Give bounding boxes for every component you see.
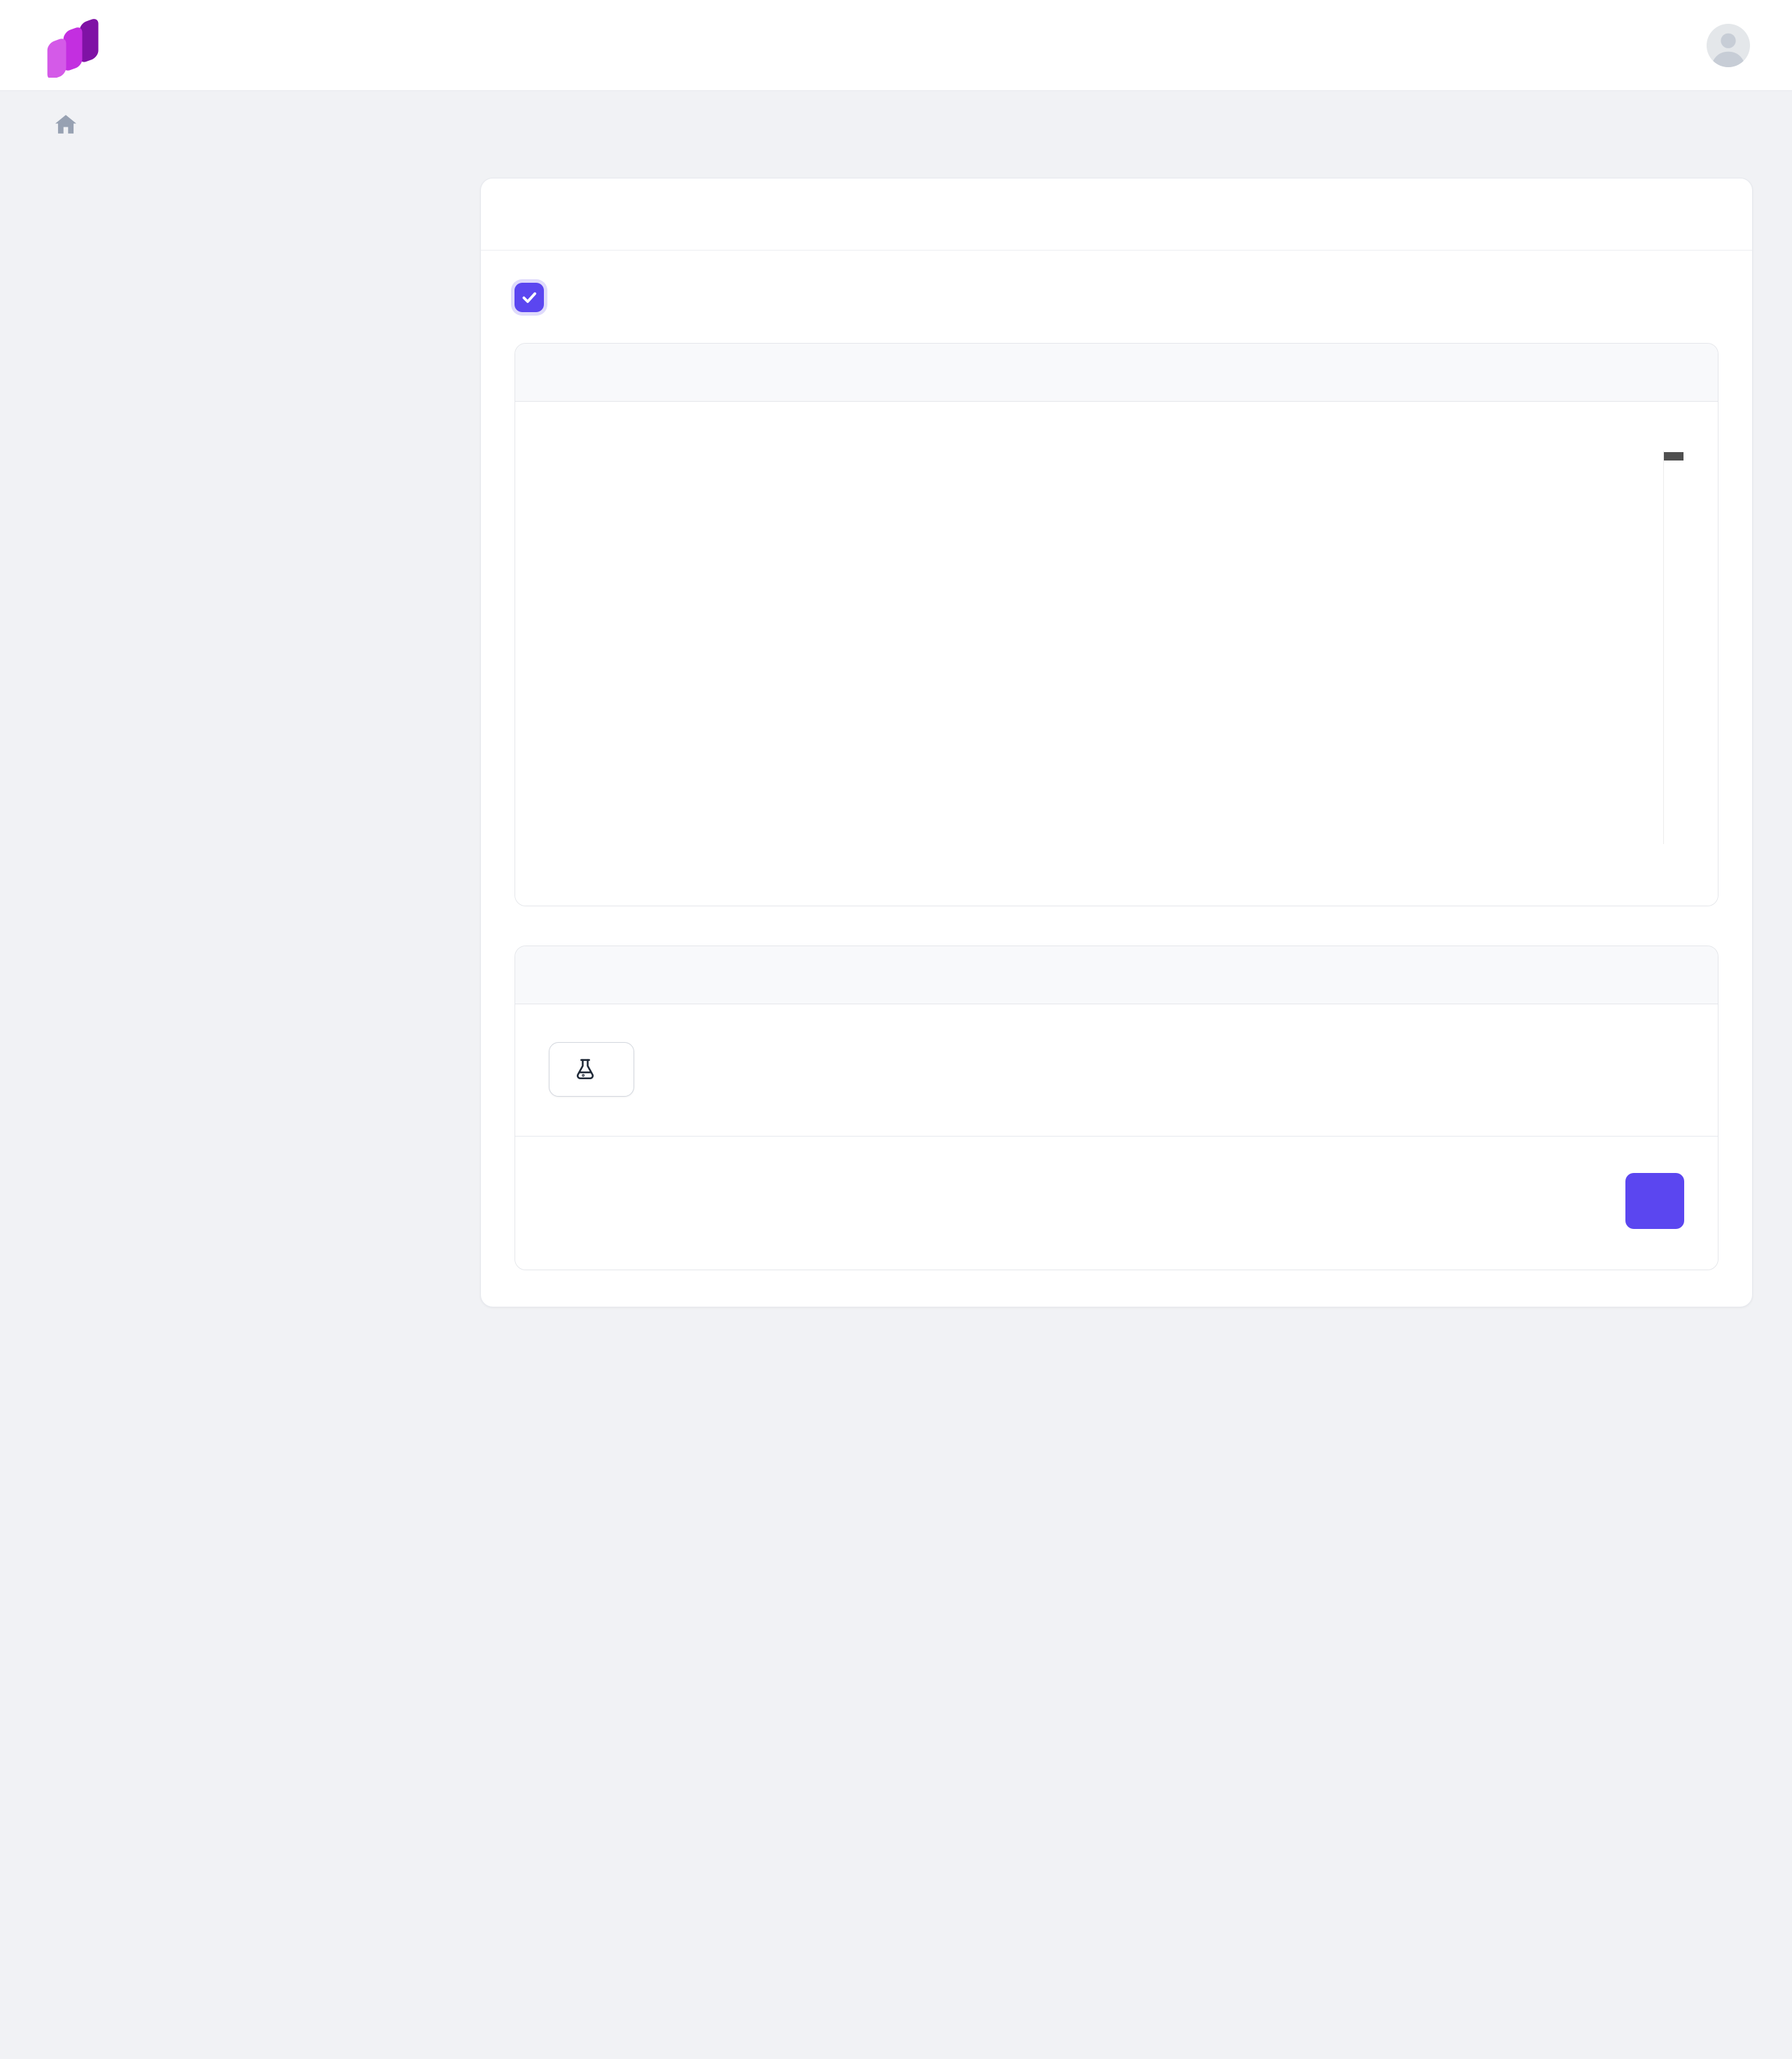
top-nav bbox=[0, 0, 1792, 91]
secrets-card-header bbox=[515, 946, 1718, 1004]
test-connection-button[interactable] bbox=[549, 1042, 634, 1097]
save-configuration-button[interactable] bbox=[1625, 1173, 1684, 1229]
breadcrumb bbox=[0, 91, 1792, 137]
user-avatar-icon bbox=[1707, 24, 1750, 67]
main-panel bbox=[480, 178, 1753, 1307]
enabled-row bbox=[481, 251, 1752, 312]
sidebar bbox=[39, 178, 449, 182]
editor-scrollbar-track[interactable] bbox=[1663, 451, 1684, 844]
form-footer bbox=[515, 1136, 1718, 1270]
panel-header bbox=[481, 178, 1752, 251]
user-avatar[interactable] bbox=[1707, 24, 1750, 67]
brand-logo-icon bbox=[42, 13, 106, 78]
editor-scrollbar-thumb[interactable] bbox=[1664, 452, 1684, 461]
check-icon bbox=[520, 288, 538, 307]
flask-icon bbox=[573, 1057, 597, 1081]
enabled-checkbox[interactable] bbox=[514, 283, 544, 312]
home-icon[interactable] bbox=[53, 112, 78, 137]
yaml-editor[interactable] bbox=[549, 451, 1684, 844]
configuration-card bbox=[514, 343, 1718, 906]
page-title bbox=[0, 137, 1792, 150]
secrets-card bbox=[514, 946, 1718, 1270]
configuration-card-header bbox=[515, 344, 1718, 402]
brand-logo[interactable] bbox=[42, 13, 106, 78]
